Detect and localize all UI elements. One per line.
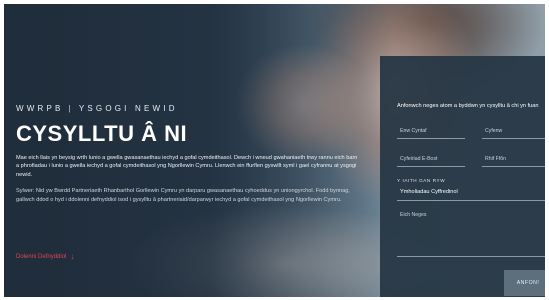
language-label: Y IAITH GAN RYW <box>397 178 446 183</box>
phone-placeholder: Rhif Ffôn <box>485 156 507 162</box>
form-intro: Anfonwch neges atom a byddwn yn cysylltu… <box>397 103 539 109</box>
arrow-down-icon: ↓ <box>70 252 75 261</box>
first-name-field[interactable]: Enw Cyntaf <box>397 126 465 139</box>
page-title: CYSYLLTU Â NI <box>16 121 188 146</box>
first-name-placeholder: Enw Cyntaf <box>400 128 427 134</box>
useful-links-link[interactable]: Dolenni Defnyddiol ↓ <box>16 253 74 261</box>
eyebrow-org: WWRPB <box>16 104 64 113</box>
intro-paragraph: Mae eich llais yn beysig wrth lunio a gw… <box>16 155 358 178</box>
enquiry-type-value: Ymholiadau Cyffredinol <box>400 189 458 195</box>
hero-content: WWRPB | YSGOGI NEWID CYSYLLTU Â NI Mae eic… <box>16 104 361 204</box>
email-field[interactable]: Cyfeiriad E-Bost <box>397 154 465 167</box>
eyebrow-tagline: YSGOGI NEWID <box>78 104 178 113</box>
email-placeholder: Cyfeiriad E-Bost <box>400 156 438 162</box>
contact-hero: WWRPB | YSGOGI NEWID CYSYLLTU Â NI Mae eic… <box>4 4 545 297</box>
message-placeholder: Eich Neges <box>400 212 427 218</box>
phone-field[interactable]: Rhif Ffôn <box>482 154 545 167</box>
useful-links-label: Dolenni Defnyddiol <box>16 254 67 260</box>
note-paragraph: Sylwer: Nid yw Bwrdd Partneriaeth Rhanba… <box>16 188 350 203</box>
message-field[interactable]: Eich Neges <box>397 208 545 257</box>
enquiry-type-select[interactable]: Ymholiadau Cyffredinol <box>397 186 545 201</box>
eyebrow-separator: | <box>68 104 74 113</box>
last-name-placeholder: Cyfenw <box>485 128 503 134</box>
last-name-field[interactable]: Cyfenw <box>482 126 545 139</box>
contact-form-panel: Anfonwch neges atom a byddwn yn cysylltu… <box>380 56 545 297</box>
eyebrow: WWRPB | YSGOGI NEWID <box>16 104 361 113</box>
send-button[interactable]: ANFON! <box>504 270 545 296</box>
